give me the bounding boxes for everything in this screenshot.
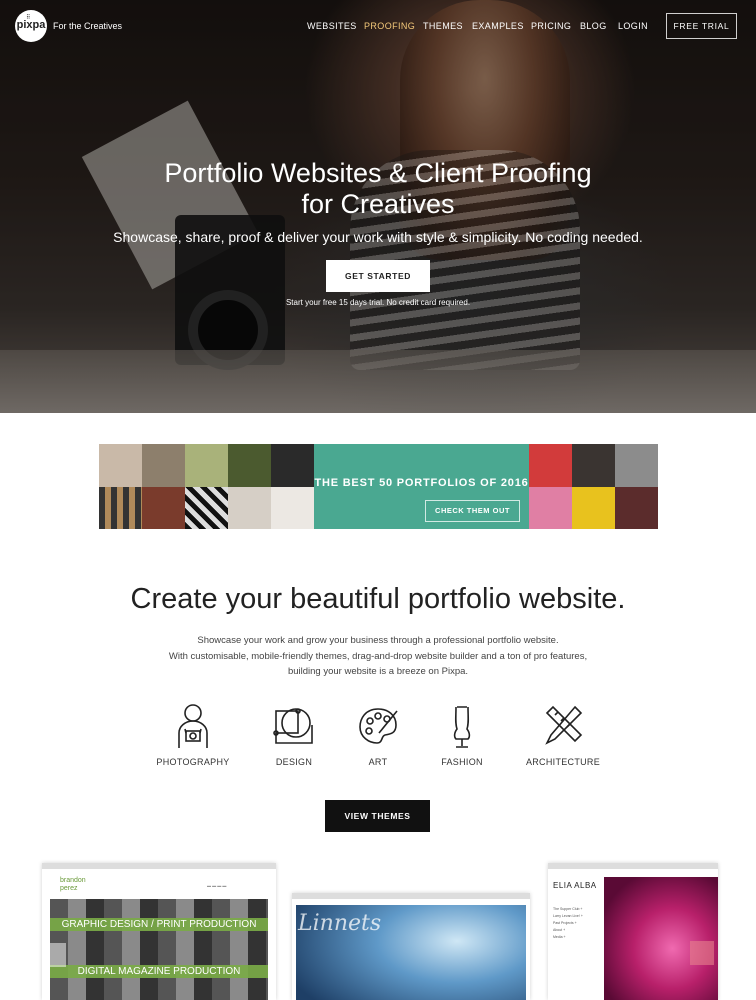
prev-arrow-icon[interactable]: [42, 943, 66, 967]
free-trial-button[interactable]: FREE TRIAL: [666, 13, 737, 39]
hero-subtitle: Showcase, share, proof & deliver your wo…: [113, 229, 643, 245]
desc-line: building your website is a breeze on Pix…: [287, 666, 469, 677]
category-label: ARCHITECTURE: [525, 757, 601, 767]
banner-thumb: [185, 486, 228, 529]
check-them-out-button[interactable]: CHECK THEM OUT: [425, 500, 520, 522]
banner-thumb: [99, 486, 142, 529]
preview-band: DIGITAL MAGAZINE PRODUCTION: [50, 965, 268, 978]
banner-thumb: [572, 486, 615, 529]
banner-thumb: [615, 444, 658, 487]
preview-logo-line: brandon: [60, 877, 86, 884]
preview-title: ELIA ALBA: [553, 881, 597, 890]
banner-thumb: [271, 486, 314, 529]
preview-menu-item: About +: [553, 928, 566, 932]
nav-item-login[interactable]: LOGIN: [618, 21, 648, 31]
banner-thumb: [142, 486, 185, 529]
preview-image: [50, 899, 268, 1000]
banner-thumb: [529, 486, 572, 529]
preview-menu-item: Past Projects +: [553, 921, 577, 925]
desc-line: Showcase your work and grow your busines…: [197, 635, 559, 646]
browser-bar: [548, 863, 718, 869]
design-icon: [273, 708, 313, 744]
top-nav: ⠿ pixpa For the Creatives WEBSITES PROOF…: [0, 0, 756, 54]
category-label: FASHION: [441, 757, 483, 767]
banner-title: THE BEST 50 PORTFOLIOS OF 2016: [314, 477, 529, 489]
category-architecture[interactable]: ARCHITECTURE: [513, 703, 613, 767]
nav-item-examples[interactable]: EXAMPLES: [472, 21, 524, 31]
preview-logo: brandon perez: [60, 877, 86, 893]
theme-preview-brandon[interactable]: brandon perez ▬ ▬ ▬ ▬ GRAPHIC DESIGN / P…: [42, 863, 276, 1000]
preview-menu-item: Larry Levan Live! +: [553, 914, 583, 918]
preview-menu-item: The Supper Club +: [553, 907, 583, 911]
desc-line: With customisable, mobile-friendly theme…: [168, 650, 588, 662]
get-started-button[interactable]: GET STARTED: [326, 260, 430, 292]
section-title: Create your beautiful portfolio website.: [130, 583, 626, 615]
banner-center-panel: THE BEST 50 PORTFOLIOS OF 2016 CHECK THE…: [314, 444, 529, 529]
banner-thumb: [142, 444, 185, 487]
view-themes-button[interactable]: VIEW THEMES: [325, 800, 430, 832]
theme-preview-elia-alba[interactable]: ELIA ALBA The Supper Club + Larry Levan …: [548, 863, 718, 1000]
hero-section: ⠿ pixpa For the Creatives WEBSITES PROOF…: [0, 0, 756, 413]
photographer-icon: [178, 704, 208, 748]
banner-thumb: [228, 444, 271, 487]
pixpa-logo[interactable]: ⠿ pixpa: [15, 10, 47, 42]
palette-icon: [359, 708, 398, 744]
preview-image: [604, 877, 718, 1000]
preview-nav: ▬ ▬ ▬ ▬: [207, 883, 227, 888]
tagline: For the Creatives: [53, 21, 123, 31]
banner-thumb: [185, 444, 228, 487]
browser-bar: [292, 893, 530, 899]
category-fashion[interactable]: FASHION: [412, 703, 512, 767]
section-description: Showcase your work and grow your busines…: [0, 633, 756, 680]
hero-note: Start your free 15 days trial. No credit…: [285, 298, 471, 307]
preview-logo-line: perez: [60, 885, 78, 892]
banner-thumb: [271, 444, 314, 487]
nav-item-blog[interactable]: BLOG: [580, 21, 607, 31]
nav-item-websites[interactable]: WEBSITES: [307, 21, 357, 31]
preview-band: GRAPHIC DESIGN / PRINT PRODUCTION: [50, 918, 268, 931]
preview-menu-item: Media +: [553, 935, 566, 939]
mannequin-icon: [453, 706, 471, 748]
banner-thumb: [529, 444, 572, 487]
banner-thumb: [99, 444, 142, 487]
category-photography[interactable]: PHOTOGRAPHY: [143, 703, 243, 767]
theme-preview-linnets[interactable]: Linnets: [292, 893, 530, 1000]
nav-item-proofing[interactable]: PROOFING: [364, 21, 415, 31]
nav-item-themes[interactable]: THEMES: [423, 21, 463, 31]
preview-script-text: Linnets: [298, 911, 382, 936]
hero-title-line1: Portfolio Websites & Client Proofing: [164, 158, 592, 188]
browser-bar: [42, 863, 276, 869]
hero-title-line2: for Creatives: [301, 189, 455, 219]
category-label: PHOTOGRAPHY: [156, 757, 230, 767]
ruler-pencil-icon: [545, 705, 583, 745]
banner-thumb: [615, 486, 658, 529]
banner-thumb: [228, 486, 271, 529]
best-portfolios-banner[interactable]: THE BEST 50 PORTFOLIOS OF 2016 CHECK THE…: [99, 444, 658, 529]
nav-item-pricing[interactable]: PRICING: [531, 21, 571, 31]
banner-thumb: [572, 444, 615, 487]
logo-text: pixpa: [16, 19, 46, 31]
next-arrow-icon[interactable]: [690, 941, 714, 965]
